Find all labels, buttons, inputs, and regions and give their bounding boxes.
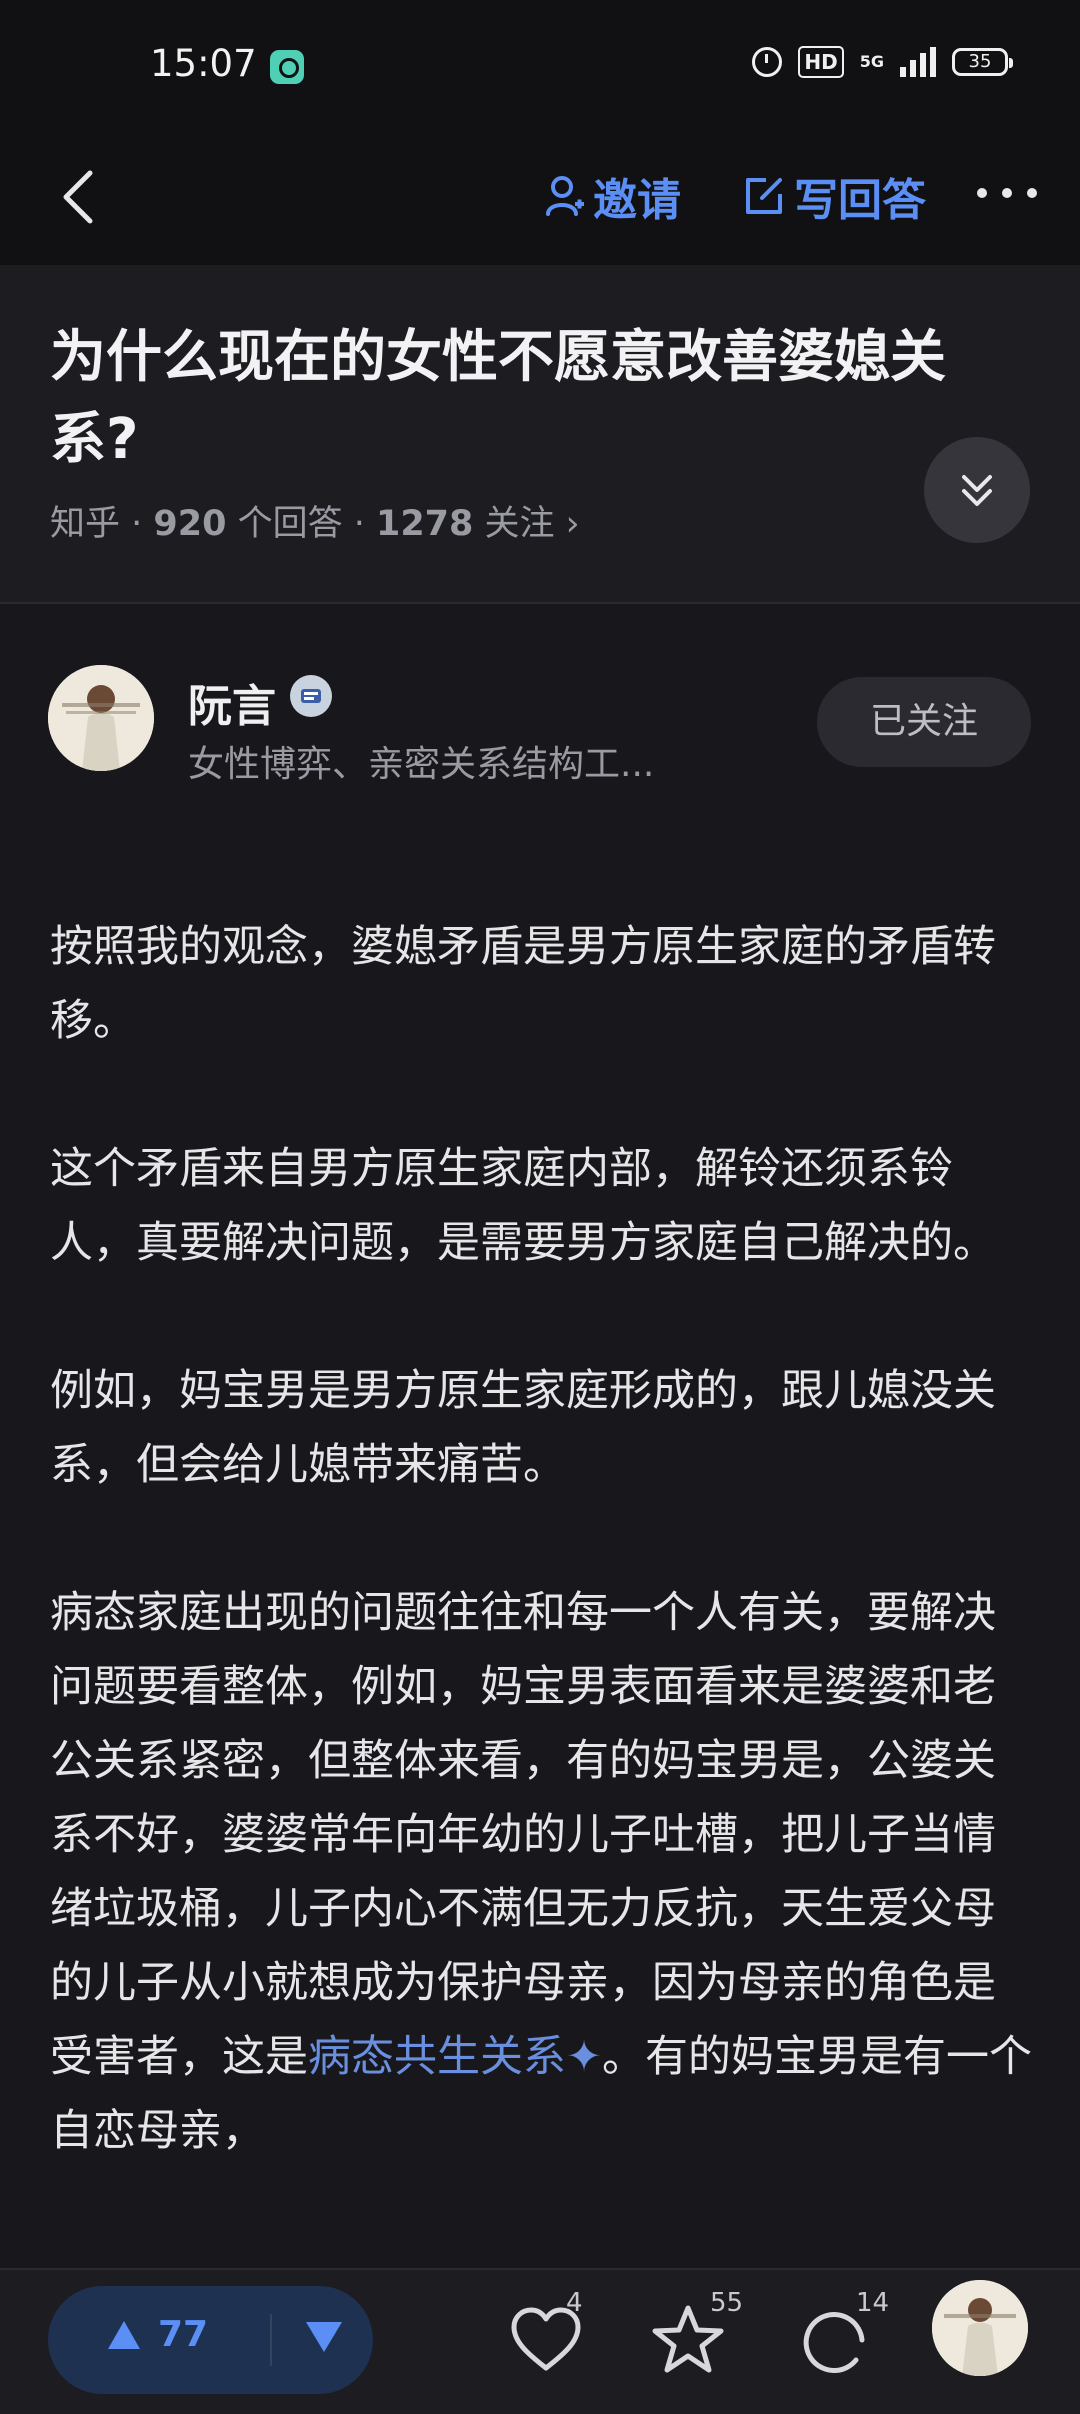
bottom-action-bar: 77 4 55 14 [0, 2268, 1080, 2414]
paragraph: 这个矛盾来自男方原生家庭内部，解铃还须系铃人，真要解决问题，是需要男方家庭自己解… [50, 1144, 996, 1268]
status-time: 15:07 [150, 42, 257, 85]
double-chevron-down-icon [962, 475, 992, 506]
upvote-count: 77 [158, 2314, 209, 2355]
write-answer-button[interactable]: 写回答 [742, 160, 926, 232]
source-label: 知乎 · [50, 504, 154, 544]
avatar-illustration [932, 2280, 1028, 2376]
invite-button[interactable]: 邀请 [545, 160, 681, 232]
like-count: 4 [566, 2288, 583, 2318]
invite-label: 邀请 [593, 175, 681, 226]
write-answer-label: 写回答 [794, 175, 926, 226]
keyword-link[interactable]: 病态共生关系✦ [308, 2032, 602, 2082]
answers-label: 个回答 · [226, 504, 376, 544]
hd-icon: HD [798, 46, 844, 78]
collapse-button[interactable] [924, 437, 1030, 543]
battery-icon: 35 [952, 48, 1013, 76]
follow-label: 关注 › [473, 504, 580, 544]
edit-icon [746, 178, 782, 214]
comment-count: 14 [856, 2288, 890, 2318]
upvote-button[interactable]: 77 [106, 2314, 208, 2355]
follow-count: 1278 [375, 504, 474, 544]
paragraph-text: 病态家庭出现的问题往往和每一个人有关，要解决问题要看整体，例如，妈宝男表面看来是… [50, 1588, 996, 2082]
back-arrow-icon[interactable] [50, 165, 114, 229]
author-avatar-small[interactable] [932, 2280, 1028, 2376]
follow-button[interactable]: 已关注 [817, 677, 1031, 767]
answer-content: 按照我的观念，婆媳矛盾是男方原生家庭的矛盾转移。 这个矛盾来自男方原生家庭内部，… [50, 910, 1035, 2242]
top-nav: 邀请 写回答 [0, 135, 1080, 265]
answers-count: 920 [153, 504, 227, 544]
app-notification-icon [270, 50, 304, 84]
status-bar: 15:07 HD 5G 35 [0, 0, 1080, 135]
status-icons: HD 5G 35 [752, 46, 1013, 78]
vote-control: 77 [48, 2286, 373, 2394]
author-name[interactable]: 阮言 [188, 670, 276, 734]
author-avatar[interactable] [48, 665, 154, 771]
more-icon[interactable] [972, 183, 1042, 203]
author-row: 阮言 女性博弈、亲密关系结构工... 已关注 [0, 605, 1080, 785]
network-type: 5G [859, 52, 884, 71]
upvote-triangle-icon [108, 2320, 140, 2349]
question-header: 为什么现在的女性不愿意改善婆媳关系? 知乎 · 920 个回答 · 1278 关… [0, 265, 1080, 604]
downvote-triangle-icon[interactable] [304, 2318, 344, 2354]
author-bio: 女性博弈、亲密关系结构工... [188, 744, 655, 785]
person-add-icon [546, 176, 584, 216]
question-title[interactable]: 为什么现在的女性不愿意改善婆媳关系? [50, 317, 950, 481]
paragraph: 病态家庭出现的问题往往和每一个人有关，要解决问题要看整体，例如，妈宝男表面看来是… [50, 1576, 1035, 2168]
signal-icon [900, 47, 936, 77]
paragraph: 按照我的观念，婆媳矛盾是男方原生家庭的矛盾转移。 [50, 922, 996, 1046]
vote-divider [270, 2314, 272, 2366]
question-meta[interactable]: 知乎 · 920 个回答 · 1278 关注 › [50, 495, 580, 546]
alarm-icon [752, 47, 783, 77]
avatar-illustration [48, 665, 154, 771]
favorite-count: 55 [710, 2288, 744, 2318]
verified-badge-icon [290, 675, 332, 717]
paragraph: 例如，妈宝男是男方原生家庭形成的，跟儿媳没关系，但会给儿媳带来痛苦。 [50, 1366, 996, 1490]
